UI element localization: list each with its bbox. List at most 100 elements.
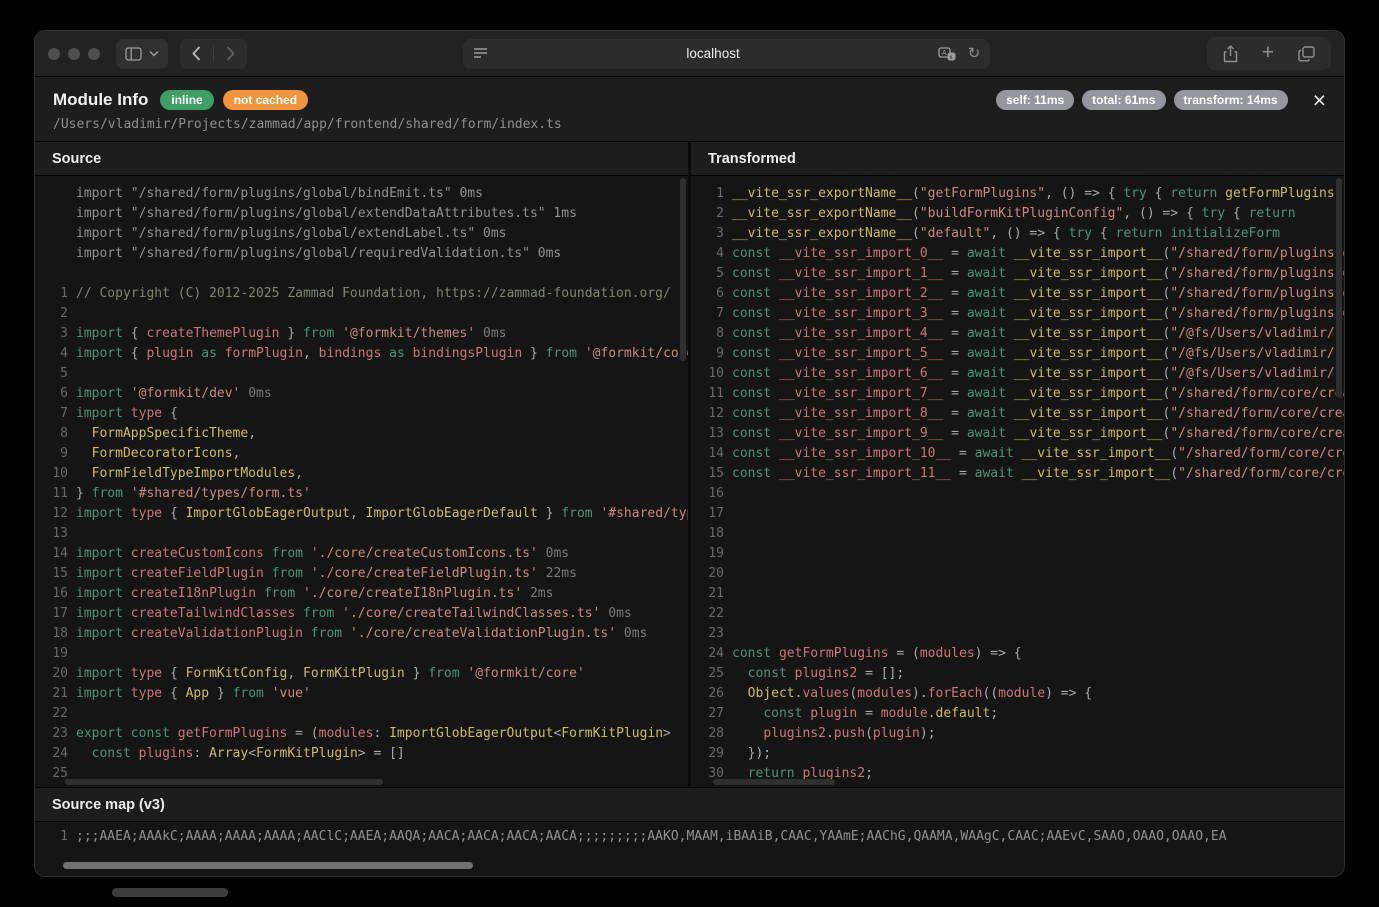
self-time-badge: self: 11ms bbox=[996, 90, 1074, 110]
code-line: 4const __vite_ssr_import_0__ = await __v… bbox=[700, 244, 1344, 264]
code-line bbox=[44, 264, 688, 284]
inline-badge: inline bbox=[160, 90, 213, 110]
code-line: 1__vite_ssr_exportName__("getFormPlugins… bbox=[700, 184, 1344, 204]
code-line: 18 bbox=[700, 524, 1344, 544]
code-line: 1// Copyright (C) 2012-2025 Zammad Found… bbox=[44, 284, 688, 304]
code-line: 12const __vite_ssr_import_8__ = await __… bbox=[700, 404, 1344, 424]
close-icon[interactable]: × bbox=[1313, 91, 1326, 109]
code-line: 9const __vite_ssr_import_5__ = await __v… bbox=[700, 344, 1344, 364]
sidebar-toggle-button[interactable] bbox=[116, 39, 168, 69]
code-line: 13 bbox=[44, 524, 688, 544]
code-line: 11const __vite_ssr_import_7__ = await __… bbox=[700, 384, 1344, 404]
sourcemap-title: Source map (v3) bbox=[35, 788, 1344, 822]
not-cached-badge: not cached bbox=[223, 90, 308, 110]
code-line: import "/shared/form/plugins/global/exte… bbox=[44, 204, 688, 224]
back-button[interactable] bbox=[180, 39, 213, 69]
code-line: 10const __vite_ssr_import_6__ = await __… bbox=[700, 364, 1344, 384]
transformed-code: 1__vite_ssr_exportName__("getFormPlugins… bbox=[691, 176, 1344, 787]
code-line: 21import type { App } from 'vue' bbox=[44, 684, 688, 704]
code-line: import "/shared/form/plugins/global/exte… bbox=[44, 224, 688, 244]
code-line: 11} from '#shared/types/form.ts' bbox=[44, 484, 688, 504]
source-horizontal-scrollbar[interactable] bbox=[65, 779, 383, 785]
code-line: 6import '@formkit/dev' 0ms bbox=[44, 384, 688, 404]
code-line: 29 }); bbox=[700, 744, 1344, 764]
code-line: 20import type { FormKitConfig, FormKitPl… bbox=[44, 664, 688, 684]
code-line: 1;;;AAEA;AAAkC;AAAA;AAAA;AAAA;AAClC;AAEA… bbox=[44, 827, 1344, 847]
code-line: 15const __vite_ssr_import_11__ = await _… bbox=[700, 464, 1344, 484]
code-line: 5const __vite_ssr_import_1__ = await __v… bbox=[700, 264, 1344, 284]
transformed-panel: Transformed 1__vite_ssr_exportName__("ge… bbox=[691, 142, 1344, 787]
window-controls bbox=[48, 48, 100, 60]
code-line: 26 Object.values(modules).forEach((modul… bbox=[700, 684, 1344, 704]
desktop-scrollbar[interactable] bbox=[112, 888, 228, 897]
code-line: 12import type { ImportGlobEagerOutput, I… bbox=[44, 504, 688, 524]
code-line: 23 bbox=[700, 624, 1344, 644]
code-line: 20 bbox=[700, 564, 1344, 584]
new-tab-icon[interactable]: + bbox=[1262, 42, 1274, 63]
code-line: 7const __vite_ssr_import_3__ = await __v… bbox=[700, 304, 1344, 324]
sourcemap-horizontal-scrollbar[interactable] bbox=[63, 862, 473, 869]
url-bar[interactable]: localhost A x ↻ bbox=[463, 39, 990, 69]
svg-text:x: x bbox=[949, 54, 952, 60]
code-line: 23export const getFormPlugins = (modules… bbox=[44, 724, 688, 744]
minimize-window-button[interactable] bbox=[68, 48, 80, 60]
code-line: 16import createI18nPlugin from './core/c… bbox=[44, 584, 688, 604]
code-line: 14import createCustomIcons from './core/… bbox=[44, 544, 688, 564]
browser-window: localhost A x ↻ bbox=[34, 30, 1345, 877]
reader-icon[interactable] bbox=[473, 47, 488, 60]
translate-icon[interactable]: A x bbox=[938, 47, 956, 61]
reload-icon[interactable]: ↻ bbox=[968, 46, 981, 61]
url-text[interactable]: localhost bbox=[488, 46, 937, 61]
svg-text:A: A bbox=[942, 50, 947, 57]
code-line: 28 plugins2.push(plugin); bbox=[700, 724, 1344, 744]
code-line: 18import createValidationPlugin from './… bbox=[44, 624, 688, 644]
code-line: 8const __vite_ssr_import_4__ = await __v… bbox=[700, 324, 1344, 344]
chevron-down-icon bbox=[149, 50, 159, 57]
code-line: 17import createTailwindClasses from './c… bbox=[44, 604, 688, 624]
transformed-panel-title: Transformed bbox=[691, 142, 1344, 176]
url-bar-actions: A x ↻ bbox=[938, 46, 981, 61]
code-line: 22 bbox=[700, 604, 1344, 624]
transform-time-badge: transform: 14ms bbox=[1174, 90, 1288, 110]
code-line: 27 const plugin = module.default; bbox=[700, 704, 1344, 724]
forward-button[interactable] bbox=[214, 39, 247, 69]
close-window-button[interactable] bbox=[48, 48, 60, 60]
code-line: import "/shared/form/plugins/global/bind… bbox=[44, 184, 688, 204]
code-line: 3import { createThemePlugin } from '@for… bbox=[44, 324, 688, 344]
sourcemap-code: 1;;;AAEA;AAAkC;AAAA;AAAA;AAAA;AAClC;AAEA… bbox=[35, 822, 1344, 876]
code-line: 3__vite_ssr_exportName__("default", () =… bbox=[700, 224, 1344, 244]
code-line: 5 bbox=[44, 364, 688, 384]
code-line: 24const getFormPlugins = (modules) => { bbox=[700, 644, 1344, 664]
code-panels: Source import "/shared/form/plugins/glob… bbox=[35, 141, 1344, 787]
transformed-vertical-scrollbar[interactable] bbox=[1336, 178, 1342, 398]
page-title: Module Info bbox=[53, 90, 148, 110]
code-line: 17 bbox=[700, 504, 1344, 524]
source-vertical-scrollbar[interactable] bbox=[680, 178, 686, 361]
transformed-horizontal-scrollbar[interactable] bbox=[713, 779, 835, 785]
url-bar-wrapper: localhost A x ↻ bbox=[259, 39, 1195, 69]
module-file-path: /Users/vladimir/Projects/zammad/app/fron… bbox=[53, 117, 1326, 132]
share-icon[interactable] bbox=[1223, 45, 1238, 63]
sidebar-icon bbox=[125, 47, 142, 61]
code-line: 2__vite_ssr_exportName__("buildFormKitPl… bbox=[700, 204, 1344, 224]
zoom-window-button[interactable] bbox=[88, 48, 100, 60]
sourcemap-section: Source map (v3) 1;;;AAEA;AAAkC;AAAA;AAAA… bbox=[35, 787, 1344, 876]
code-line: 15import createFieldPlugin from './core/… bbox=[44, 564, 688, 584]
code-line: 24 const plugins: Array<FormKitPlugin> =… bbox=[44, 744, 688, 764]
tab-overview-icon[interactable] bbox=[1298, 46, 1315, 62]
code-line: import "/shared/form/plugins/global/requ… bbox=[44, 244, 688, 264]
code-line: 21 bbox=[700, 584, 1344, 604]
code-line: 14const __vite_ssr_import_10__ = await _… bbox=[700, 444, 1344, 464]
code-line: 25 const plugins2 = []; bbox=[700, 664, 1344, 684]
code-line: 4import { plugin as formPlugin, bindings… bbox=[44, 344, 688, 364]
code-line: 13const __vite_ssr_import_9__ = await __… bbox=[700, 424, 1344, 444]
total-time-badge: total: 61ms bbox=[1082, 90, 1165, 110]
desktop-background: localhost A x ↻ bbox=[0, 0, 1379, 907]
browser-toolbar: localhost A x ↻ bbox=[35, 31, 1344, 77]
code-line: 16 bbox=[700, 484, 1344, 504]
module-info-header: Module Info inline not cached self: 11ms… bbox=[35, 77, 1344, 141]
code-line: 6const __vite_ssr_import_2__ = await __v… bbox=[700, 284, 1344, 304]
code-line: 19 bbox=[44, 644, 688, 664]
toolbar-right-actions: + bbox=[1207, 37, 1331, 70]
code-line: 10 FormFieldTypeImportModules, bbox=[44, 464, 688, 484]
